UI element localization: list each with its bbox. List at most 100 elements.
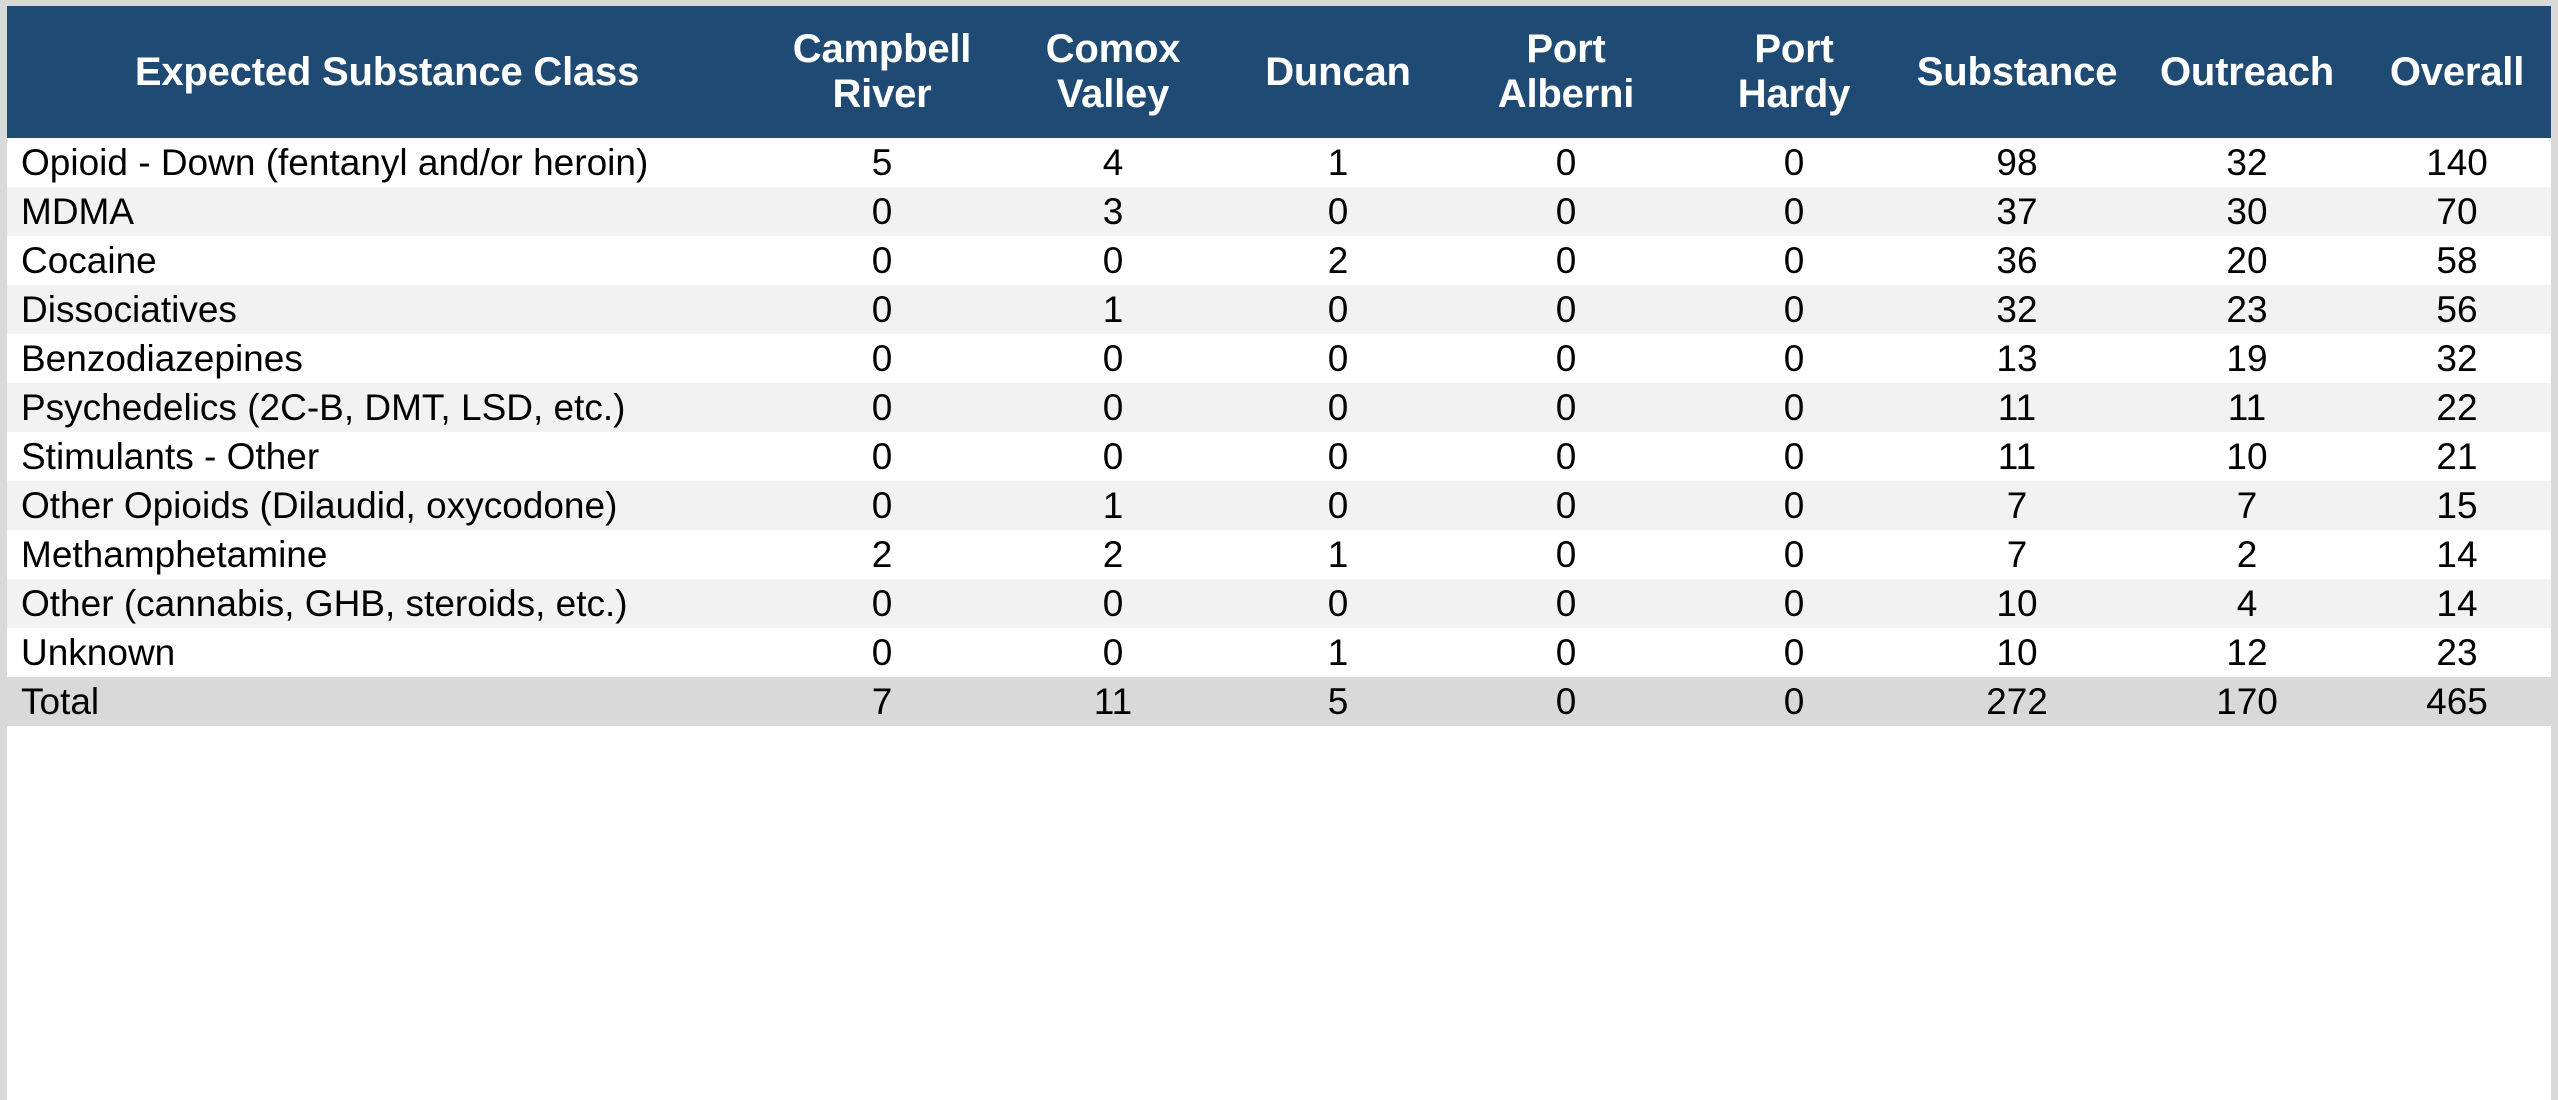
cell-duncan: 0 <box>1327 484 1349 526</box>
cell-overall: 15 <box>2436 484 2478 526</box>
column-header-comox-valley[interactable]: Comox Valley <box>997 6 1229 138</box>
cell-port-hardy: 0 <box>1783 337 1805 379</box>
cell-total-port-hardy: 0 <box>1783 680 1805 722</box>
cell-duncan: 0 <box>1327 337 1349 379</box>
table-row[interactable]: MDMA 0 3 0 0 0 37 30 70 <box>7 187 2551 236</box>
cell-comox-valley: 0 <box>1102 337 1124 379</box>
cell-port-hardy: 0 <box>1783 631 1805 673</box>
cell-campbell-river: 0 <box>871 190 893 232</box>
cell-campbell-river: 0 <box>871 435 893 477</box>
column-header-outreach[interactable]: Outreach <box>2131 6 2363 138</box>
cell-duncan: 0 <box>1327 386 1349 428</box>
cell-outreach: 30 <box>2226 190 2268 232</box>
cell-duncan: 1 <box>1327 533 1349 575</box>
cell-outreach: 11 <box>2227 386 2267 428</box>
cell-substance-class: Dissociatives <box>21 288 237 330</box>
column-header-expected-substance-class[interactable]: Expected Substance Class <box>7 6 767 138</box>
cell-substance-class: Other Opioids (Dilaudid, oxycodone) <box>21 484 618 526</box>
column-header-duncan[interactable]: Duncan <box>1229 6 1447 138</box>
cell-total-substance: 272 <box>1986 680 2048 722</box>
cell-duncan: 2 <box>1327 239 1349 281</box>
cell-port-hardy: 0 <box>1783 190 1805 232</box>
table-row[interactable]: Stimulants - Other 0 0 0 0 0 11 10 21 <box>7 432 2551 481</box>
table-row[interactable]: Benzodiazepines 0 0 0 0 0 13 19 32 <box>7 334 2551 383</box>
cell-outreach: 7 <box>2236 484 2258 526</box>
column-header-substance[interactable]: Substance <box>1903 6 2131 138</box>
cell-port-alberni: 0 <box>1555 533 1577 575</box>
cell-substance: 11 <box>1997 435 2037 477</box>
cell-comox-valley: 4 <box>1102 141 1124 183</box>
cell-campbell-river: 5 <box>871 141 893 183</box>
table-row[interactable]: Cocaine 0 0 2 0 0 36 20 58 <box>7 236 2551 285</box>
cell-port-alberni: 0 <box>1555 484 1577 526</box>
cell-substance: 13 <box>1996 337 2038 379</box>
table-row[interactable]: Opioid - Down (fentanyl and/or heroin) 5… <box>7 138 2551 187</box>
cell-port-alberni: 0 <box>1555 337 1577 379</box>
table-row[interactable]: Other Opioids (Dilaudid, oxycodone) 0 1 … <box>7 481 2551 530</box>
table-header: Expected Substance Class Campbell River … <box>7 6 2551 138</box>
cell-outreach: 4 <box>2236 582 2258 624</box>
cell-outreach: 12 <box>2226 631 2268 673</box>
cell-port-alberni: 0 <box>1555 141 1577 183</box>
cell-overall: 21 <box>2436 435 2478 477</box>
cell-substance-class: Psychedelics (2C-B, DMT, LSD, etc.) <box>21 386 626 428</box>
cell-port-hardy: 0 <box>1783 386 1805 428</box>
cell-substance-class: Other (cannabis, GHB, steroids, etc.) <box>21 582 628 624</box>
column-header-port-hardy[interactable]: Port Hardy <box>1685 6 1903 138</box>
cell-overall: 14 <box>2436 582 2478 624</box>
cell-port-alberni: 0 <box>1555 386 1577 428</box>
cell-overall: 140 <box>2426 141 2488 183</box>
cell-campbell-river: 0 <box>871 288 893 330</box>
cell-campbell-river: 0 <box>871 337 893 379</box>
cell-port-hardy: 0 <box>1783 288 1805 330</box>
table-total-row[interactable]: Total 7 11 5 0 0 272 170 465 <box>7 677 2551 726</box>
cell-duncan: 0 <box>1327 288 1349 330</box>
table-header-row: Expected Substance Class Campbell River … <box>7 6 2551 138</box>
cell-outreach: 19 <box>2226 337 2268 379</box>
cell-total-overall: 465 <box>2426 680 2488 722</box>
table-row[interactable]: Other (cannabis, GHB, steroids, etc.) 0 … <box>7 579 2551 628</box>
cell-substance: 37 <box>1996 190 2038 232</box>
cell-outreach: 23 <box>2226 288 2268 330</box>
cell-port-alberni: 0 <box>1555 239 1577 281</box>
cell-substance-class: Methamphetamine <box>21 533 328 575</box>
cell-comox-valley: 0 <box>1102 631 1124 673</box>
table-outer-frame: Expected Substance Class Campbell River … <box>0 0 2558 1100</box>
cell-port-alberni: 0 <box>1555 190 1577 232</box>
column-header-overall[interactable]: Overall <box>2363 6 2551 138</box>
column-header-port-alberni[interactable]: Port Alberni <box>1447 6 1685 138</box>
cell-overall: 14 <box>2436 533 2478 575</box>
table-row[interactable]: Unknown 0 0 1 0 0 10 12 23 <box>7 628 2551 677</box>
cell-outreach: 10 <box>2226 435 2268 477</box>
cell-duncan: 0 <box>1327 582 1349 624</box>
cell-campbell-river: 0 <box>871 239 893 281</box>
cell-comox-valley: 1 <box>1102 288 1124 330</box>
table-body: Opioid - Down (fentanyl and/or heroin) 5… <box>7 138 2551 726</box>
cell-substance-class: Opioid - Down (fentanyl and/or heroin) <box>21 141 649 183</box>
cell-duncan: 0 <box>1327 435 1349 477</box>
substance-class-table: Expected Substance Class Campbell River … <box>7 6 2551 726</box>
cell-outreach: 20 <box>2226 239 2268 281</box>
cell-duncan: 1 <box>1327 141 1349 183</box>
cell-port-hardy: 0 <box>1783 435 1805 477</box>
cell-port-alberni: 0 <box>1555 288 1577 330</box>
cell-comox-valley: 2 <box>1102 533 1124 575</box>
cell-substance-class: MDMA <box>21 190 135 232</box>
table-row[interactable]: Psychedelics (2C-B, DMT, LSD, etc.) 0 0 … <box>7 383 2551 432</box>
cell-campbell-river: 0 <box>871 484 893 526</box>
cell-port-alberni: 0 <box>1555 435 1577 477</box>
cell-overall: 23 <box>2436 631 2478 673</box>
cell-overall: 70 <box>2436 190 2478 232</box>
cell-substance-class: Unknown <box>21 631 176 673</box>
cell-substance: 7 <box>2006 484 2028 526</box>
cell-comox-valley: 0 <box>1102 386 1124 428</box>
cell-substance: 98 <box>1996 141 2038 183</box>
table-row[interactable]: Dissociatives 0 1 0 0 0 32 23 56 <box>7 285 2551 334</box>
column-header-campbell-river[interactable]: Campbell River <box>767 6 997 138</box>
cell-substance: 36 <box>1996 239 2038 281</box>
cell-port-alberni: 0 <box>1555 631 1577 673</box>
cell-total-comox-valley: 11 <box>1093 680 1133 722</box>
cell-port-alberni: 0 <box>1555 582 1577 624</box>
table-row[interactable]: Methamphetamine 2 2 1 0 0 7 2 14 <box>7 530 2551 579</box>
cell-port-hardy: 0 <box>1783 141 1805 183</box>
